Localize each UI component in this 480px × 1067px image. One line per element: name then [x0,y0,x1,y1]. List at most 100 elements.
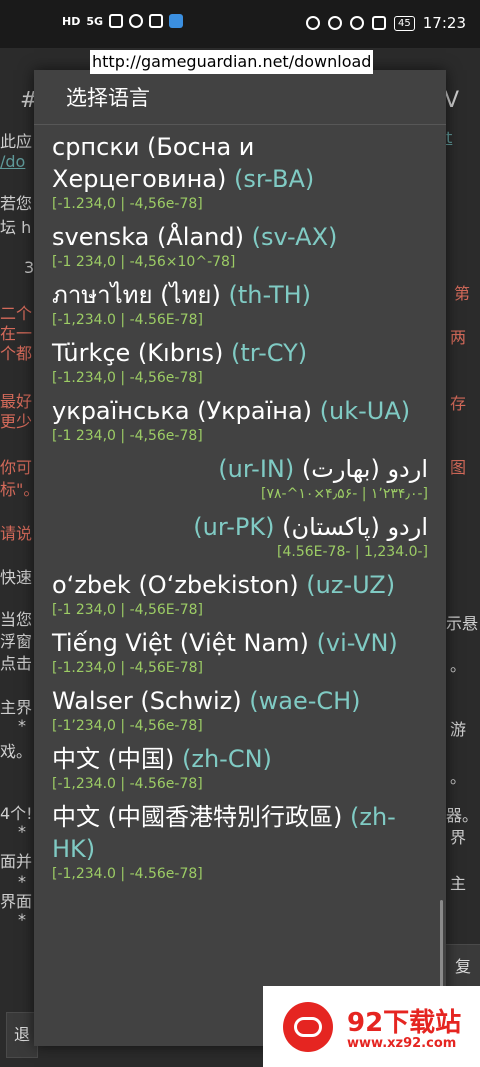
language-name-line: українська (Україна) (uk-UA) [52,395,428,427]
bg-fragment: 戏。 [0,742,33,761]
language-name-line: 中文 (中国) (zh-CN) [52,743,428,775]
language-code: (tr-CY) [230,339,308,367]
url-banner[interactable]: http://gameguardian.net/download [90,50,374,74]
language-item[interactable]: Tiếng Việt (Việt Nam) (vi-VN) [-1.234,0 |… [52,627,428,677]
watermark: 92下载站 www.xz92.com [263,986,480,1067]
clock: 17:23 [422,14,466,32]
bg-fragment: V [444,88,460,113]
language-item[interactable]: اردو (بھارت) (ur-IN) [-۱٬۲۳۴٫۰ | -۴٫۵۶×۱۰… [52,453,428,503]
bg-fragment: 个都 [0,344,33,363]
bg-fragment: 器。 [446,806,479,825]
wifi-icon [129,14,144,28]
bg-fragment: 第 [454,284,471,303]
language-item[interactable]: اردو (پاکستان) (ur-PK) [-1,234.0 | -4.56E… [52,511,428,561]
language-name: српски (Босна и Херцеговина) [52,133,255,193]
language-item[interactable]: ภาษาไทย (ไทย) (th-TH) [-1,234.0 | -4.56E-… [52,279,428,329]
bg-fragment: 请说 [0,524,33,543]
language-code: (ur-PK) [193,513,275,541]
language-name: اردو (بھارت) [301,455,428,483]
language-name-line: ภาษาไทย (ไทย) (th-TH) [52,279,428,311]
bg-fragment: 浮窗 [0,632,33,651]
bg-fragment: 3 [24,258,35,277]
watermark-url: www.xz92.com [347,1036,457,1051]
language-name: o‘zbek (Oʻzbekiston) [52,571,299,599]
language-code: (ur-IN) [218,455,295,483]
language-name: 中文 (中国) [52,745,175,773]
bg-fragment: 主界 [0,698,33,717]
bg-fragment: 界 [450,828,467,847]
bg-fragment: 存 [450,394,467,413]
number-format-sample: [-1,234.0 | -4.56e-78] [52,866,203,882]
language-name-line: اردو (پاکستان) (ur-PK) [52,511,428,543]
language-code: (vi-VN) [316,629,398,657]
language-name-line: Tiếng Việt (Việt Nam) (vi-VN) [52,627,428,659]
bg-fragment: 界面 [0,892,33,911]
watermark-title: 92下载站 [347,1008,462,1038]
bg-fragment: 此应 [0,132,33,151]
bluetooth-icon [149,14,164,28]
language-item[interactable]: українська (Україна) (uk-UA) [-1 234,0 | … [52,395,428,445]
bg-fragment: * [18,716,26,735]
language-name-line: Türkçe (Kıbrıs) (tr-CY) [52,337,428,369]
bg-fragment: 快速 [0,568,33,587]
headphones-icon [306,16,321,30]
language-name: українська (Україна) [52,397,313,425]
language-code: (uk-UA) [319,397,411,425]
hd-indicator: HD [62,14,81,28]
bg-fragment: 主 [450,874,467,893]
language-list[interactable]: српски (Босна и Херцеговина) (sr-BA) [-1.… [34,125,446,883]
language-item[interactable]: svenska (Åland) (sv-AX) [-1 234,0 | -4,56… [52,221,428,271]
number-format-sample: [-1 234,0 | -4,56×10^-78] [52,254,236,270]
language-code: (wae-CH) [249,687,361,715]
language-name: 中文 (中國香港特別行政區) [52,803,343,831]
shield-icon [169,14,184,28]
bg-fragment: 坛 h [0,218,32,237]
bg-fragment: 。 [450,768,467,787]
language-name-line: српски (Босна и Херцеговина) (sr-BA) [52,131,428,195]
language-name-line: Walser (Schwiz) (wae-CH) [52,685,428,717]
number-format-sample: [-1 234,0 | -4,56E-78] [52,602,203,618]
number-format-sample: [-1.234,0 | -4,56e-78] [52,196,203,212]
bg-fragment: 当您 [0,610,33,629]
number-format-sample: [-1,234.0 | -4.56e-78] [52,776,203,792]
language-code: (zh-CN) [182,745,272,773]
number-format-sample: [-۱٬۲۳۴٫۰ | -۴٫۵۶×۱۰^-۷۸] [261,486,428,502]
network-type-indicator: 5G [86,14,104,28]
bg-fragment: 点击 [0,654,33,673]
bg-fragment: 你可 [0,458,33,477]
battery-indicator: 45 [394,15,415,31]
language-item[interactable]: o‘zbek (Oʻzbekiston) (uz-UZ) [-1 234,0 | … [52,569,428,619]
language-name: Tiếng Việt (Việt Nam) [52,629,309,657]
number-format-sample: [-1.234,0 | -4,56E-78] [52,660,203,676]
language-name-line: o‘zbek (Oʻzbekiston) (uz-UZ) [52,569,428,601]
number-format-sample: [-1,234.0 | -4.56E-78] [277,544,428,560]
language-code: (sv-AX) [251,223,338,251]
bg-fragment: t [446,128,453,147]
language-item[interactable]: Walser (Schwiz) (wae-CH) [-1’234,0 | -4,5… [52,685,428,735]
language-code: (sr-BA) [233,165,315,193]
language-item[interactable]: 中文 (中国) (zh-CN) [-1,234.0 | -4.56e-78] [52,743,428,793]
eye-icon [328,16,343,30]
mute-icon [372,16,387,30]
number-format-sample: [-1’234,0 | -4,56e-78] [52,718,203,734]
language-name: Walser (Schwiz) [52,687,242,715]
language-name-line: svenska (Åland) (sv-AX) [52,221,428,253]
language-item[interactable]: Türkçe (Kıbrıs) (tr-CY) [-1.234,0 | -4,56… [52,337,428,387]
language-item[interactable]: српски (Босна и Херцеговина) (sr-BA) [-1.… [52,131,428,213]
bg-restore-button[interactable]: 复 [444,944,480,990]
bg-fragment: * [18,910,26,929]
language-name: ภาษาไทย (ไทย) [52,281,221,309]
language-item[interactable]: 中文 (中國香港特別行政區) (zh-HK) [-1,234.0 | -4.56e… [52,801,428,883]
bg-fragment: 游 [450,720,467,739]
bg-fragment: 更少 [0,412,33,431]
bg-fragment: 两 [450,328,467,347]
language-name-line: 中文 (中國香港特別行政區) (zh-HK) [52,801,428,865]
status-bar-left: HD 5G [62,14,184,28]
bg-fragment: 示悬 [446,614,479,633]
bg-fragment: * [18,822,26,841]
bg-fragment: 面并 [0,852,33,871]
bg-fragment: 4个! [0,804,33,823]
alarm-icon [350,16,365,30]
watermark-logo-icon [283,1002,333,1052]
bg-fragment: 图 [450,458,467,477]
